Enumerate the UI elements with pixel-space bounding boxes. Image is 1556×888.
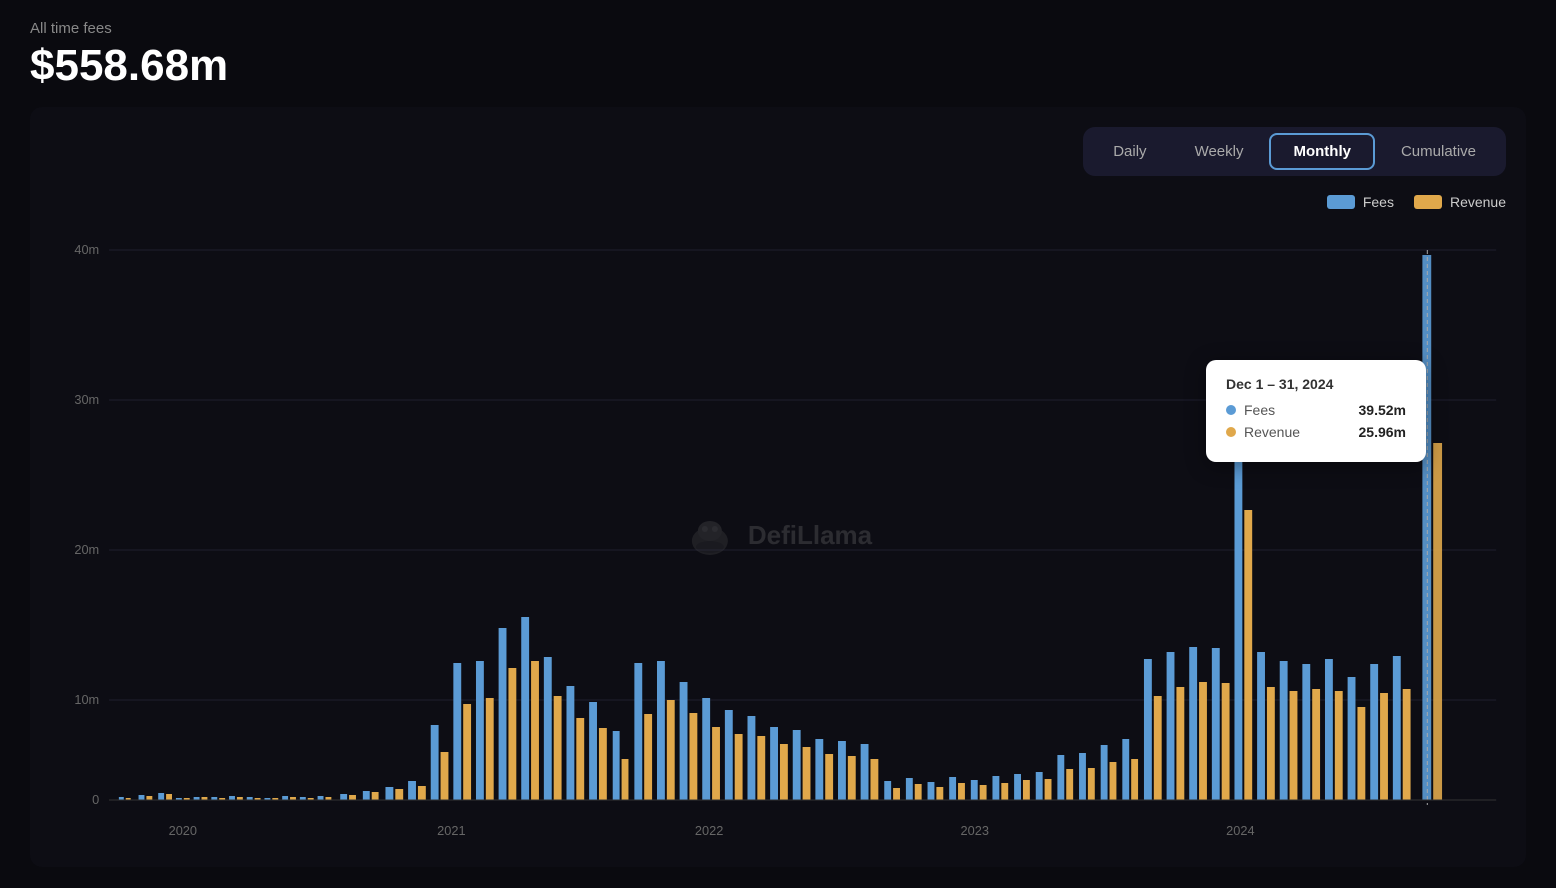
chart-tooltip: Dec 1 – 31, 2024 Fees 39.52m Revenue 25.…: [1206, 360, 1426, 462]
chart-area: Daily Weekly Monthly Cumulative Fees Rev…: [30, 107, 1526, 867]
svg-text:2023: 2023: [961, 823, 989, 838]
tooltip-fees-label: Fees: [1244, 402, 1275, 418]
tooltip-revenue-row: Revenue 25.96m: [1226, 424, 1406, 440]
tooltip-revenue-dot: [1226, 427, 1236, 437]
cumulative-button[interactable]: Cumulative: [1379, 133, 1498, 170]
chart-svg: 40m 30m 20m 10m 0 2020 2021 2022 2023 20…: [50, 220, 1506, 850]
header-section: All time fees $558.68m: [30, 20, 1526, 91]
revenue-legend-label: Revenue: [1450, 194, 1506, 210]
tooltip-fees-value: 39.52m: [1359, 402, 1406, 418]
tooltip-fees-dot: [1226, 405, 1236, 415]
legend-row: Fees Revenue: [50, 194, 1506, 210]
svg-text:30m: 30m: [74, 392, 99, 407]
time-filter-group: Daily Weekly Monthly Cumulative: [1083, 127, 1506, 176]
svg-text:2022: 2022: [695, 823, 723, 838]
svg-text:0: 0: [92, 792, 99, 807]
svg-text:20m: 20m: [74, 542, 99, 557]
svg-text:40m: 40m: [74, 242, 99, 257]
fees-legend-item: Fees: [1327, 194, 1394, 210]
tooltip-revenue-label: Revenue: [1244, 424, 1300, 440]
all-time-label: All time fees: [30, 20, 1526, 37]
svg-text:2024: 2024: [1226, 823, 1254, 838]
time-filter-row: Daily Weekly Monthly Cumulative: [50, 127, 1506, 176]
page-container: All time fees $558.68m Daily Weekly Mont…: [0, 0, 1556, 888]
tooltip-revenue-value: 25.96m: [1359, 424, 1406, 440]
daily-button[interactable]: Daily: [1091, 133, 1168, 170]
total-value: $558.68m: [30, 41, 1526, 91]
chart-inner: 40m 30m 20m 10m 0 2020 2021 2022 2023 20…: [50, 220, 1506, 850]
revenue-legend-item: Revenue: [1414, 194, 1506, 210]
monthly-button[interactable]: Monthly: [1269, 133, 1375, 170]
svg-text:2021: 2021: [437, 823, 465, 838]
fees-swatch: [1327, 195, 1355, 209]
tooltip-date: Dec 1 – 31, 2024: [1226, 376, 1406, 392]
svg-text:10m: 10m: [74, 692, 99, 707]
revenue-swatch: [1414, 195, 1442, 209]
fees-legend-label: Fees: [1363, 194, 1394, 210]
tooltip-fees-row: Fees 39.52m: [1226, 402, 1406, 418]
svg-text:2020: 2020: [169, 823, 197, 838]
weekly-button[interactable]: Weekly: [1173, 133, 1266, 170]
